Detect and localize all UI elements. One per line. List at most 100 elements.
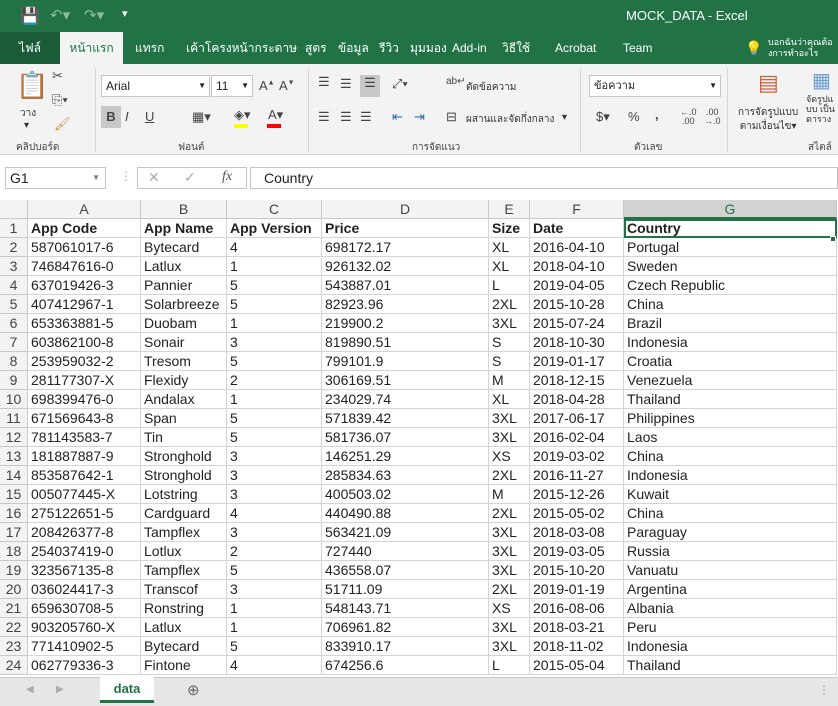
header-cell[interactable]: App Code: [28, 219, 141, 238]
tab-1[interactable]: หน้าแรก: [60, 32, 123, 64]
table-cell[interactable]: 4: [227, 238, 322, 257]
table-cell[interactable]: 3: [227, 523, 322, 542]
table-cell[interactable]: XS: [489, 447, 530, 466]
table-cell[interactable]: 306169.51: [322, 371, 489, 390]
row-header[interactable]: 16: [0, 504, 28, 523]
table-cell[interactable]: 2: [227, 542, 322, 561]
undo-icon[interactable]: ↶▾: [50, 6, 70, 24]
table-cell[interactable]: 1: [227, 618, 322, 637]
table-cell[interactable]: Tampflex: [141, 523, 227, 542]
table-cell[interactable]: S: [489, 352, 530, 371]
table-cell[interactable]: 706961.82: [322, 618, 489, 637]
cut-icon[interactable]: ✂: [52, 68, 63, 84]
table-cell[interactable]: XL: [489, 390, 530, 409]
conditional-formatting-icon[interactable]: ▤: [758, 70, 779, 96]
table-cell[interactable]: Tresom: [141, 352, 227, 371]
table-cell[interactable]: Cardguard: [141, 504, 227, 523]
table-cell[interactable]: 3: [227, 333, 322, 352]
table-cell[interactable]: Tin: [141, 428, 227, 447]
table-cell[interactable]: 5: [227, 352, 322, 371]
table-cell[interactable]: 3XL: [489, 542, 530, 561]
table-cell[interactable]: Stronghold: [141, 447, 227, 466]
table-cell[interactable]: Indonesia: [624, 466, 837, 485]
table-cell[interactable]: 3XL: [489, 618, 530, 637]
header-cell[interactable]: Date: [530, 219, 624, 238]
row-header[interactable]: 2: [0, 238, 28, 257]
table-cell[interactable]: 5: [227, 428, 322, 447]
table-cell[interactable]: 2019-01-19: [530, 580, 624, 599]
table-cell[interactable]: Venezuela: [624, 371, 837, 390]
table-cell[interactable]: Argentina: [624, 580, 837, 599]
fill-handle[interactable]: [830, 236, 836, 242]
table-cell[interactable]: Kuwait: [624, 485, 837, 504]
table-cell[interactable]: Peru: [624, 618, 837, 637]
table-cell[interactable]: 2XL: [489, 580, 530, 599]
number-format-select[interactable]: ข้อความ ▼: [589, 75, 721, 97]
table-cell[interactable]: 5: [227, 276, 322, 295]
table-cell[interactable]: Philippines: [624, 409, 837, 428]
table-cell[interactable]: XL: [489, 238, 530, 257]
row-header[interactable]: 24: [0, 656, 28, 675]
table-cell[interactable]: Thailand: [624, 390, 837, 409]
table-cell[interactable]: Croatia: [624, 352, 837, 371]
table-cell[interactable]: Tampflex: [141, 561, 227, 580]
table-cell[interactable]: 2XL: [489, 295, 530, 314]
table-cell[interactable]: 436558.07: [322, 561, 489, 580]
table-cell[interactable]: S: [489, 333, 530, 352]
table-cell[interactable]: 2018-04-28: [530, 390, 624, 409]
conditional-formatting-button[interactable]: การจัดรูปแบบ ตามเงื่อนไข▾: [738, 106, 798, 134]
row-header[interactable]: 12: [0, 428, 28, 447]
tab-10[interactable]: Acrobat: [547, 32, 604, 64]
table-cell[interactable]: 2016-08-06: [530, 599, 624, 618]
active-cell[interactable]: Country: [624, 219, 837, 238]
table-cell[interactable]: 82923.96: [322, 295, 489, 314]
table-cell[interactable]: 3XL: [489, 637, 530, 656]
table-cell[interactable]: 3: [227, 485, 322, 504]
decrease-indent-icon[interactable]: ⇤: [392, 109, 403, 125]
font-name-select[interactable]: Arial ▼: [101, 75, 210, 97]
table-cell[interactable]: 440490.88: [322, 504, 489, 523]
table-cell[interactable]: 563421.09: [322, 523, 489, 542]
table-cell[interactable]: Stronghold: [141, 466, 227, 485]
table-cell[interactable]: Lotlux: [141, 542, 227, 561]
increase-font-icon[interactable]: A▲: [259, 78, 275, 93]
table-cell[interactable]: Latlux: [141, 257, 227, 276]
table-cell[interactable]: 285834.63: [322, 466, 489, 485]
table-cell[interactable]: 2XL: [489, 504, 530, 523]
table-cell[interactable]: China: [624, 447, 837, 466]
table-cell[interactable]: Indonesia: [624, 637, 837, 656]
increase-indent-icon[interactable]: ⇥: [414, 109, 425, 125]
table-cell[interactable]: 1: [227, 390, 322, 409]
column-header-D[interactable]: D: [322, 200, 489, 219]
table-cell[interactable]: Czech Republic: [624, 276, 837, 295]
name-box[interactable]: G1 ▼: [5, 167, 106, 189]
select-all-corner[interactable]: [0, 200, 28, 219]
table-cell[interactable]: 2019-01-17: [530, 352, 624, 371]
row-header[interactable]: 20: [0, 580, 28, 599]
table-cell[interactable]: 548143.71: [322, 599, 489, 618]
table-cell[interactable]: 234029.74: [322, 390, 489, 409]
save-icon[interactable]: 💾: [20, 6, 40, 26]
column-header-E[interactable]: E: [489, 200, 530, 219]
row-header[interactable]: 7: [0, 333, 28, 352]
merge-center-button[interactable]: ผสานและจัดกึ่งกลาง: [466, 112, 554, 127]
row-header[interactable]: 6: [0, 314, 28, 333]
row-header[interactable]: 8: [0, 352, 28, 371]
format-painter-icon[interactable]: 🖌: [54, 116, 71, 132]
table-cell[interactable]: Andalax: [141, 390, 227, 409]
align-right-icon[interactable]: ☰: [360, 109, 372, 125]
table-cell[interactable]: 781143583-7: [28, 428, 141, 447]
paste-button[interactable]: วาง: [20, 106, 36, 121]
table-cell[interactable]: 4: [227, 656, 322, 675]
table-cell[interactable]: 2015-10-28: [530, 295, 624, 314]
splitter-handle[interactable]: ⋮: [818, 683, 830, 697]
paste-icon[interactable]: 📋: [16, 70, 48, 102]
row-header[interactable]: 18: [0, 542, 28, 561]
row-header[interactable]: 5: [0, 295, 28, 314]
paste-dropdown-icon[interactable]: ▾: [24, 120, 29, 131]
table-cell[interactable]: 819890.51: [322, 333, 489, 352]
table-cell[interactable]: 219900.2: [322, 314, 489, 333]
table-cell[interactable]: 5: [227, 561, 322, 580]
add-sheet-icon[interactable]: ⊕: [187, 681, 200, 699]
table-cell[interactable]: 2018-11-02: [530, 637, 624, 656]
